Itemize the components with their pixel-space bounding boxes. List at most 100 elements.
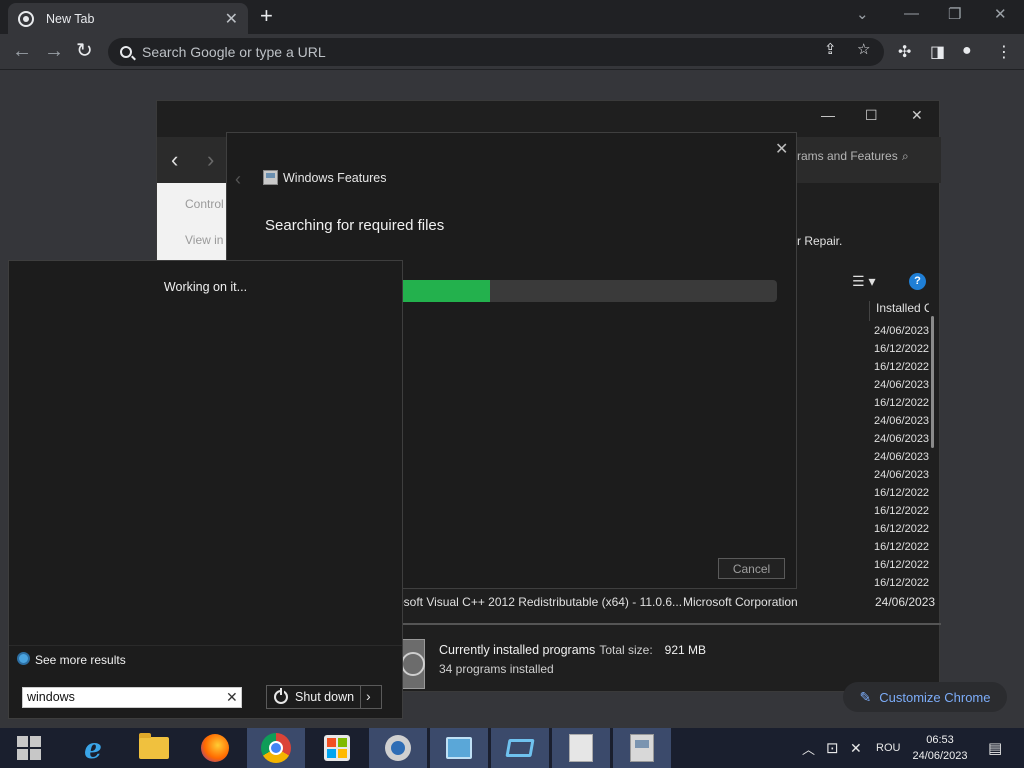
- cp-back-icon[interactable]: ‹: [171, 147, 178, 173]
- start-search-panel: Working on it... See more results ✕ Shut…: [8, 260, 403, 719]
- close-window-icon[interactable]: ✕: [994, 5, 1007, 23]
- table-row[interactable]: osoft Visual C++ 2012 Redistributable (x…: [397, 595, 935, 609]
- footer-title: Currently installed programs: [439, 643, 596, 657]
- cp-left-link[interactable]: Control: [185, 197, 224, 211]
- program-publisher: Microsoft Corporation: [683, 595, 798, 609]
- customize-chrome-button[interactable]: ✎ Customize Chrome: [843, 682, 1007, 712]
- installed-date: 16/12/2022: [874, 523, 929, 535]
- reload-icon[interactable]: ↻: [76, 40, 93, 62]
- omnibox-input[interactable]: [142, 44, 782, 60]
- forward-icon[interactable]: →: [44, 40, 64, 62]
- taskbar-settings[interactable]: [369, 728, 427, 768]
- taskbar-display[interactable]: [491, 728, 549, 768]
- cp-breadcrumb[interactable]: rams and Features: [797, 149, 898, 163]
- notifications-icon[interactable]: ▤: [988, 728, 1002, 768]
- footer-summary: Currently installed programs Total size: 9…: [439, 643, 706, 657]
- system-clock[interactable]: 06:53 24/06/2023: [908, 732, 972, 764]
- omnibox[interactable]: [108, 38, 884, 66]
- extensions-puzzle-icon[interactable]: ✣: [898, 42, 911, 62]
- dialog-close-icon[interactable]: ✕: [775, 139, 788, 159]
- folder-icon: [139, 733, 169, 759]
- back-icon[interactable]: ←: [12, 40, 32, 62]
- profile-icon[interactable]: ●: [962, 42, 972, 60]
- cp-left-link[interactable]: View in: [185, 233, 223, 247]
- installed-date: 24/06/2023: [874, 415, 929, 427]
- volume-muted-icon[interactable]: ✕: [850, 728, 862, 768]
- tab-new-tab[interactable]: New Tab ✕: [8, 3, 248, 34]
- power-icon: [274, 688, 288, 704]
- language-indicator[interactable]: ROU: [876, 728, 900, 768]
- new-tab-icon[interactable]: +: [260, 5, 273, 27]
- tab-title: New Tab: [46, 11, 95, 26]
- installed-dates-column: 24/06/2023 16/12/2022 16/12/2022 24/06/2023…: [874, 322, 929, 592]
- view-options-icon[interactable]: ☰ ▾: [852, 273, 875, 290]
- see-more-results[interactable]: See more results: [9, 645, 402, 673]
- taskbar-internet-explorer[interactable]: e: [64, 728, 122, 768]
- help-icon[interactable]: ?: [909, 273, 926, 290]
- installed-date: 16/12/2022: [874, 577, 929, 589]
- minimize-icon[interactable]: —: [904, 5, 919, 22]
- installed-date: 16/12/2022: [874, 343, 929, 355]
- dialog-title: Windows Features: [283, 171, 387, 185]
- store-icon: [324, 735, 350, 761]
- chrome-toolbar: ← → ↻ ⇪ ☆ ✣ ◨ ● ⋮: [0, 34, 1024, 70]
- dialog-status-text: Searching for required files: [265, 217, 445, 234]
- dialog-back-icon[interactable]: ‹: [235, 169, 241, 190]
- control-panel-icon: [569, 734, 593, 762]
- shutdown-button[interactable]: Shut down ›: [266, 685, 382, 709]
- restore-icon[interactable]: ❐: [948, 5, 961, 23]
- total-size-value: 921 MB: [664, 643, 707, 657]
- cp-close-icon[interactable]: ✕: [911, 107, 923, 124]
- tab-close-icon[interactable]: ✕: [225, 9, 238, 29]
- taskbar-touch-keyboard[interactable]: [430, 728, 488, 768]
- search-icon: [120, 46, 132, 58]
- cancel-button[interactable]: Cancel: [718, 558, 785, 579]
- installed-date: 24/06/2023: [874, 433, 929, 445]
- column-header-installed-on[interactable]: Installed On: [869, 301, 929, 321]
- clock-date: 24/06/2023: [912, 750, 968, 762]
- cp-repair-text: r Repair.: [797, 234, 843, 248]
- installed-date: 24/06/2023: [874, 451, 929, 463]
- pencil-icon: ✎: [859, 688, 872, 705]
- see-more-results-label: See more results: [35, 653, 126, 667]
- start-search-box[interactable]: ✕: [22, 687, 242, 708]
- cp-search-icon[interactable]: ⌕: [902, 149, 909, 164]
- share-icon[interactable]: ⇪: [824, 40, 837, 58]
- chrome-favicon-icon: [18, 10, 34, 27]
- taskbar-store[interactable]: [308, 728, 366, 768]
- cp-scrollbar[interactable]: [931, 316, 934, 448]
- search-results-icon: [17, 652, 30, 665]
- cp-forward-icon[interactable]: ›: [207, 147, 214, 173]
- taskbar-file-explorer[interactable]: [125, 728, 183, 768]
- network-icon[interactable]: ⊡: [826, 728, 839, 768]
- side-panel-icon[interactable]: ◨: [930, 42, 945, 62]
- search-working-text: Working on it...: [163, 280, 248, 294]
- customize-chrome-label: Customize Chrome: [879, 689, 991, 705]
- taskbar-chrome[interactable]: [247, 728, 305, 768]
- taskbar-control-panel[interactable]: [552, 728, 610, 768]
- shutdown-label: Shut down: [295, 690, 355, 704]
- tray-chevron-icon[interactable]: ︿: [802, 728, 815, 768]
- taskbar-firefox[interactable]: [186, 728, 244, 768]
- internet-explorer-icon: e: [84, 731, 102, 765]
- installed-date: 16/12/2022: [874, 559, 929, 571]
- cp-maximize-icon[interactable]: ☐: [865, 107, 878, 124]
- keyboard-icon: [446, 737, 472, 759]
- cp-minimize-icon[interactable]: —: [821, 107, 835, 123]
- windows-logo-icon: [17, 736, 41, 760]
- installed-date: 16/12/2022: [874, 487, 929, 499]
- cp-left-pane: Control View in: [157, 183, 227, 263]
- bookmark-star-icon[interactable]: ☆: [857, 40, 870, 58]
- clear-search-icon[interactable]: ✕: [226, 689, 238, 706]
- menu-kebab-icon[interactable]: ⋮: [996, 42, 1012, 62]
- taskbar-windows-features[interactable]: [613, 728, 671, 768]
- settings-gear-icon: [385, 735, 411, 761]
- start-button[interactable]: [0, 728, 58, 768]
- tab-search-chevron-icon[interactable]: ⌄: [856, 5, 869, 23]
- program-name: osoft Visual C++ 2012 Redistributable (x…: [397, 595, 683, 609]
- shutdown-options-chevron-icon[interactable]: ›: [366, 688, 371, 704]
- start-search-input[interactable]: [27, 690, 217, 704]
- installed-date: 24/06/2023: [874, 325, 929, 337]
- firefox-icon: [201, 734, 229, 762]
- chrome-tab-strip: New Tab ✕ + ⌄ — ❐ ✕: [0, 0, 1024, 34]
